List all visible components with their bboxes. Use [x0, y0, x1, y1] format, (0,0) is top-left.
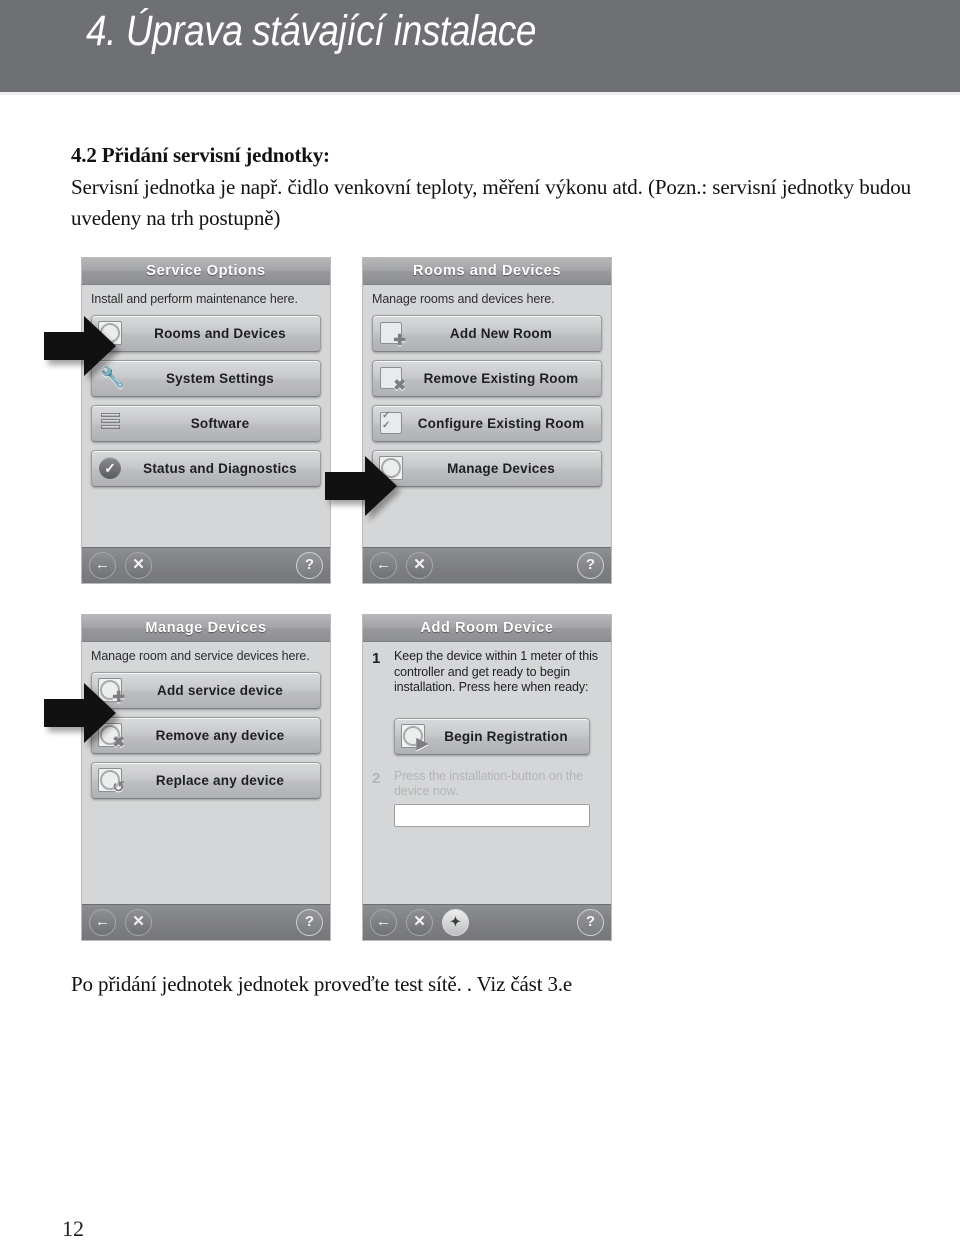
section-paragraph: Servisní jednotka je např. čidlo venkovn…	[71, 175, 911, 230]
page-header-banner: 4. Úprava stávající instalace	[0, 0, 960, 95]
arrow-rooms-and-devices	[44, 316, 116, 376]
replace-device-icon: ↺	[96, 767, 126, 795]
help-icon[interactable]: ?	[577, 552, 604, 579]
panel-service-options: Service Options Install and perform main…	[82, 258, 330, 583]
button-add-new-room[interactable]: ✚ Add New Room	[372, 315, 602, 352]
close-icon[interactable]: ✕	[406, 909, 433, 936]
step-number: 1	[372, 650, 381, 667]
panel-footer: ← ✕ ?	[82, 904, 330, 940]
button-label: Software	[190, 416, 250, 431]
button-software[interactable]: Software	[91, 405, 321, 442]
button-remove-existing-room[interactable]: ✖ Remove Existing Room	[372, 360, 602, 397]
help-icon[interactable]: ?	[296, 552, 323, 579]
remove-room-icon: ✖	[377, 365, 407, 393]
step-text: Press the installation-button on the dev…	[394, 768, 583, 799]
help-icon[interactable]: ?	[296, 909, 323, 936]
help-icon[interactable]: ?	[577, 909, 604, 936]
close-icon[interactable]: ✕	[406, 552, 433, 579]
button-system-settings[interactable]: 🔧 System Settings	[91, 360, 321, 397]
begin-registration-wrapper: ▶ Begin Registration	[372, 700, 602, 769]
button-label: Configure Existing Room	[417, 416, 585, 431]
configure-room-icon: ✓ ✓	[377, 410, 407, 437]
panel-footer: ← ✕ ✦ ?	[363, 904, 611, 940]
panel-body: 1 Keep the device within 1 meter of this…	[363, 642, 611, 904]
panel-body: Manage room and service devices here. ✚ …	[82, 642, 330, 904]
button-label: Status and Diagnostics	[143, 461, 297, 476]
arrow-add-service-device	[44, 683, 116, 743]
button-label: System Settings	[165, 371, 275, 386]
panel-body: Manage rooms and devices here. ✚ Add New…	[363, 285, 611, 547]
step-number: 2	[372, 769, 381, 787]
button-configure-existing-room[interactable]: ✓ ✓ Configure Existing Room	[372, 405, 602, 442]
panel-add-room-device: Add Room Device 1 Keep the device within…	[363, 615, 611, 940]
button-replace-any-device[interactable]: ↺ Replace any device	[91, 762, 321, 799]
screenshot-grid: Service Options Install and perform main…	[44, 258, 612, 940]
panel-manage-devices: Manage Devices Manage room and service d…	[82, 615, 330, 940]
button-label: Add service device	[157, 683, 283, 698]
button-label: Remove Existing Room	[423, 371, 579, 386]
panel-footer: ← ✕ ?	[363, 547, 611, 583]
step-1: 1 Keep the device within 1 meter of this…	[372, 649, 602, 696]
button-label: Remove any device	[155, 728, 285, 743]
panel-title: Rooms and Devices	[363, 258, 611, 285]
button-remove-any-device[interactable]: ✖ Remove any device	[91, 717, 321, 754]
section-sub-heading: 4.2 Přidání servisní jednotky:	[71, 143, 330, 167]
device-id-input[interactable]	[394, 803, 590, 827]
panel-subtitle: Install and perform maintenance here.	[91, 292, 298, 306]
panel-title: Add Room Device	[363, 615, 611, 642]
button-label: Rooms and Devices	[154, 326, 286, 341]
button-manage-devices[interactable]: Manage Devices	[372, 450, 602, 487]
button-begin-registration[interactable]: ▶ Begin Registration	[394, 717, 590, 755]
back-icon[interactable]: ←	[89, 909, 116, 936]
panel-title: Manage Devices	[82, 615, 330, 642]
close-icon[interactable]: ✕	[125, 909, 152, 936]
panel-title: Service Options	[82, 258, 330, 285]
add-room-icon: ✚	[377, 320, 407, 348]
arrow-manage-devices	[325, 456, 397, 516]
check-circle-icon: ✓	[96, 455, 126, 482]
body-text-block: 4.2 Přidání servisní jednotky: Servisní …	[71, 143, 911, 234]
button-label: Add New Room	[449, 326, 553, 341]
disk-stack-icon	[96, 410, 126, 437]
back-icon[interactable]: ←	[370, 552, 397, 579]
step-text: Keep the device within 1 meter of this c…	[394, 649, 598, 694]
button-label: Begin Registration	[444, 728, 568, 744]
button-label: Manage Devices	[447, 461, 555, 476]
page-number: 12	[62, 1216, 84, 1241]
close-icon[interactable]: ✕	[125, 552, 152, 579]
step-2: 2 Press the installation-button on the d…	[372, 769, 602, 800]
begin-registration-icon: ▶	[399, 723, 429, 751]
wand-icon[interactable]: ✦	[442, 909, 469, 936]
page-title: 4. Úprava stávající instalace	[86, 7, 537, 55]
button-label: Replace any device	[155, 773, 285, 788]
button-add-service-device[interactable]: ✚ Add service device	[91, 672, 321, 709]
panel-footer: ← ✕ ?	[82, 547, 330, 583]
panel-subtitle: Manage room and service devices here.	[91, 649, 310, 663]
panel-rooms-and-devices: Rooms and Devices Manage rooms and devic…	[363, 258, 611, 583]
button-status-and-diagnostics[interactable]: ✓ Status and Diagnostics	[91, 450, 321, 487]
panel-subtitle: Manage rooms and devices here.	[372, 292, 555, 306]
back-icon[interactable]: ←	[89, 552, 116, 579]
figure-caption: Po přidání jednotek jednotek proveďte te…	[71, 972, 573, 996]
back-icon[interactable]: ←	[370, 909, 397, 936]
button-rooms-and-devices[interactable]: Rooms and Devices	[91, 315, 321, 352]
panel-body: Install and perform maintenance here. Ro…	[82, 285, 330, 547]
